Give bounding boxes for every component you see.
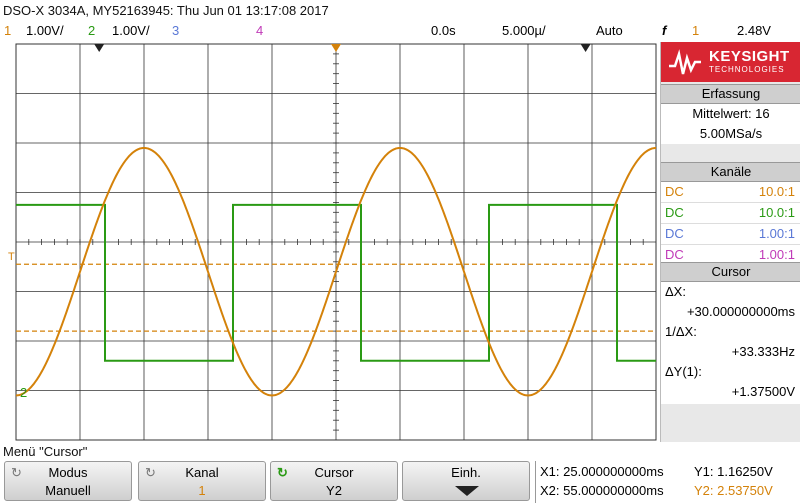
x1-readout: X1: 25.000000000ms (540, 464, 664, 479)
keysight-wave-icon (669, 49, 701, 75)
softkey-mode-value: Manuell (45, 483, 91, 498)
acquisition-mode: Mittelwert: 16 (692, 106, 770, 121)
window-title: DSO-X 3034A, MY52163945: Thu Jun 01 13:1… (3, 3, 329, 18)
softkey-channel[interactable]: ↻ Kanal 1 (138, 461, 266, 501)
trigger-level[interactable]: 2.48V (737, 23, 771, 38)
channel-row-3[interactable]: DC 1.00:1 (661, 224, 800, 245)
trigger-channel: 1 (692, 23, 700, 38)
ch1-ground-marker[interactable]: T (8, 251, 15, 263)
ch1-number[interactable]: 1 (4, 23, 11, 38)
softkey-channel-value: 1 (198, 483, 206, 498)
delta-x-label: ΔX: (665, 284, 686, 299)
ch3-number[interactable]: 3 (172, 23, 179, 38)
softkey-mode[interactable]: ↻ Modus Manuell (4, 461, 132, 501)
softkey-mode-label: Modus (48, 465, 88, 480)
softkey-cursor[interactable]: ↻ Cursor Y2 (270, 461, 398, 501)
logo-subtitle: TECHNOLOGIES (709, 65, 785, 74)
channel-row-1[interactable]: DC 10.0:1 (661, 182, 800, 203)
trigger-mode[interactable]: Auto (596, 23, 623, 38)
ch1-coupling: DC (665, 184, 684, 199)
y2-readout: Y2: 2.53750V (694, 483, 773, 498)
right-info-panel: KEYSIGHT TECHNOLOGIES Erfassung Mittelwe… (660, 42, 800, 442)
inverse-delta-x-value: +33.333Hz (731, 344, 795, 359)
logo-word: KEYSIGHT (709, 48, 790, 65)
ch2-probe: 10.0:1 (758, 205, 795, 220)
softkey-cursor-label: Cursor (314, 465, 354, 480)
cursor-info: ΔX: +30.000000000ms 1/ΔX: +33.333Hz ΔY(1… (661, 282, 800, 404)
submenu-arrow-icon (455, 486, 479, 496)
x2-readout: X2: 55.000000000ms (540, 483, 664, 498)
status-bar: 1 1.00V/ 2 1.00V/ 3 4 0.0s 5.000µ/ Auto … (0, 20, 800, 42)
ch2-ground-marker[interactable]: 2 (20, 385, 27, 400)
ch2-scale[interactable]: 1.00V/ (112, 23, 150, 38)
waveform-display[interactable]: T 2 (0, 42, 660, 442)
keysight-logo: KEYSIGHT TECHNOLOGIES (661, 42, 800, 82)
time-scale[interactable]: 5.000µ/ (502, 23, 546, 38)
trigger-edge-icon: f (662, 23, 667, 38)
sample-rate: 5.00MSa/s (699, 126, 763, 141)
channels-header: Kanäle (661, 162, 800, 182)
ch1-scale[interactable]: 1.00V/ (26, 23, 64, 38)
ch3-coupling: DC (665, 226, 684, 241)
delta-y-label: ΔY(1): (665, 364, 702, 379)
time-delay[interactable]: 0.0s (431, 23, 456, 38)
softkey-units-label: Einh. (451, 465, 481, 480)
softkey-channel-label: Kanal (185, 465, 219, 480)
y1-readout: Y1: 1.16250V (694, 464, 773, 479)
channels-list: DC 10.0:1 DC 10.0:1 DC 1.00:1 DC 1.00:1 (661, 182, 800, 266)
delta-x-value: +30.000000000ms (686, 304, 795, 319)
inverse-delta-x-label: 1/ΔX: (665, 324, 697, 339)
cursor-header: Cursor (661, 262, 800, 282)
ch4-number[interactable]: 4 (256, 23, 263, 38)
ch3-probe: 1.00:1 (758, 226, 795, 241)
softkey-cursor-value: Y2 (326, 483, 342, 498)
ch1-probe: 10.0:1 (758, 184, 795, 199)
acquisition-header: Erfassung (661, 84, 800, 104)
cursor-readout: X1: 25.000000000ms X2: 55.000000000ms Y1… (535, 461, 800, 503)
channel-row-2[interactable]: DC 10.0:1 (661, 203, 800, 224)
acquisition-info: Mittelwert: 16 5.00MSa/s (661, 104, 800, 144)
softkey-units[interactable]: Einh. (402, 461, 530, 501)
ch2-number[interactable]: 2 (88, 23, 95, 38)
delta-y-value: +1.37500V (731, 384, 795, 399)
menu-title: Menü "Cursor" (3, 444, 88, 459)
ch2-coupling: DC (665, 205, 684, 220)
